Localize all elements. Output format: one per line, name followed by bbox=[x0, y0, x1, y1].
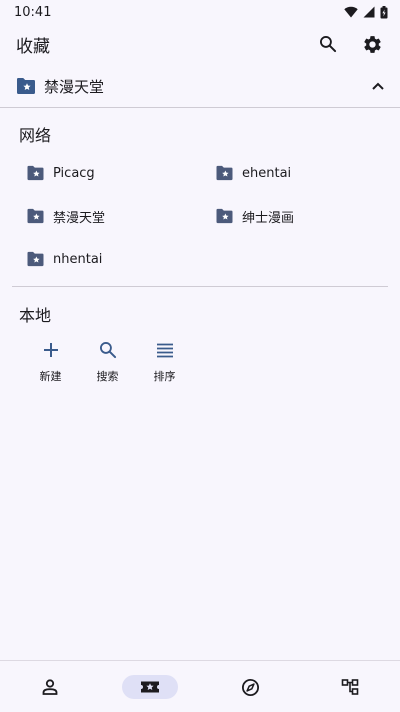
compass-icon bbox=[241, 678, 259, 696]
person-icon bbox=[42, 679, 58, 695]
local-section-title: 本地 bbox=[19, 306, 52, 325]
search-button[interactable] bbox=[314, 30, 342, 58]
nav-item-favorites[interactable] bbox=[122, 675, 178, 699]
plus-icon bbox=[43, 343, 58, 357]
folder-star-icon bbox=[27, 208, 44, 224]
screen: 10:41 收藏 禁漫天堂 网络 Picacg ehentai 禁漫天堂 绅士漫… bbox=[0, 0, 400, 712]
header-divider bbox=[0, 107, 400, 108]
folder-item-ehentai[interactable]: ehentai bbox=[215, 158, 291, 188]
bottom-navigation bbox=[0, 660, 400, 712]
nav-item-explore[interactable] bbox=[222, 675, 278, 699]
nav-item-categories[interactable] bbox=[322, 675, 378, 699]
battery-icon bbox=[380, 5, 388, 19]
folder-label: 绅士漫画 bbox=[242, 210, 295, 226]
section-divider bbox=[12, 286, 388, 287]
status-bar: 10:41 bbox=[0, 0, 400, 24]
local-actions: 新建 搜索 排序 bbox=[22, 340, 193, 384]
current-folder-info: 禁漫天堂 bbox=[16, 76, 104, 97]
folder-label: nhentai bbox=[53, 251, 103, 267]
search-icon bbox=[320, 36, 337, 53]
category-tree-icon bbox=[341, 679, 359, 695]
status-icons bbox=[344, 5, 388, 19]
chevron-up-icon bbox=[372, 82, 384, 90]
folder-label: 禁漫天堂 bbox=[53, 210, 106, 226]
sort-button[interactable]: 排序 bbox=[136, 340, 193, 384]
folder-label: ehentai bbox=[242, 165, 292, 181]
network-section-title: 网络 bbox=[19, 126, 52, 145]
new-folder-label: 新建 bbox=[39, 370, 62, 383]
folder-item-jmcomic[interactable]: 禁漫天堂 bbox=[26, 201, 105, 231]
folder-item-picacg[interactable]: Picacg bbox=[26, 158, 95, 188]
folder-item-nhentai[interactable]: nhentai bbox=[26, 244, 102, 274]
gear-icon bbox=[363, 35, 381, 53]
page-title: 收藏 bbox=[16, 36, 50, 57]
folder-item-gentleman-comic[interactable]: 绅士漫画 bbox=[215, 201, 294, 231]
folder-star-icon bbox=[216, 208, 233, 224]
current-folder-header[interactable]: 禁漫天堂 bbox=[0, 68, 400, 104]
folder-star-icon bbox=[27, 165, 44, 181]
folder-star-icon bbox=[216, 165, 233, 181]
wifi-icon bbox=[344, 6, 358, 18]
nav-item-profile[interactable] bbox=[22, 675, 78, 699]
app-bar: 收藏 bbox=[0, 24, 400, 64]
sort-label: 排序 bbox=[153, 370, 176, 383]
favorite-folder-icon bbox=[141, 681, 159, 693]
local-search-label: 搜索 bbox=[96, 370, 119, 383]
sort-lines-icon bbox=[156, 343, 173, 358]
search-icon bbox=[99, 342, 116, 359]
app-actions bbox=[314, 30, 386, 58]
folder-star-icon bbox=[27, 251, 44, 267]
signal-icon bbox=[363, 6, 375, 18]
new-folder-button[interactable]: 新建 bbox=[22, 340, 79, 384]
current-folder-title: 禁漫天堂 bbox=[44, 77, 105, 96]
local-search-button[interactable]: 搜索 bbox=[79, 340, 136, 384]
settings-button[interactable] bbox=[358, 30, 386, 58]
status-time: 10:41 bbox=[14, 4, 52, 20]
folder-star-icon bbox=[17, 78, 35, 94]
folder-label: Picacg bbox=[53, 165, 95, 181]
